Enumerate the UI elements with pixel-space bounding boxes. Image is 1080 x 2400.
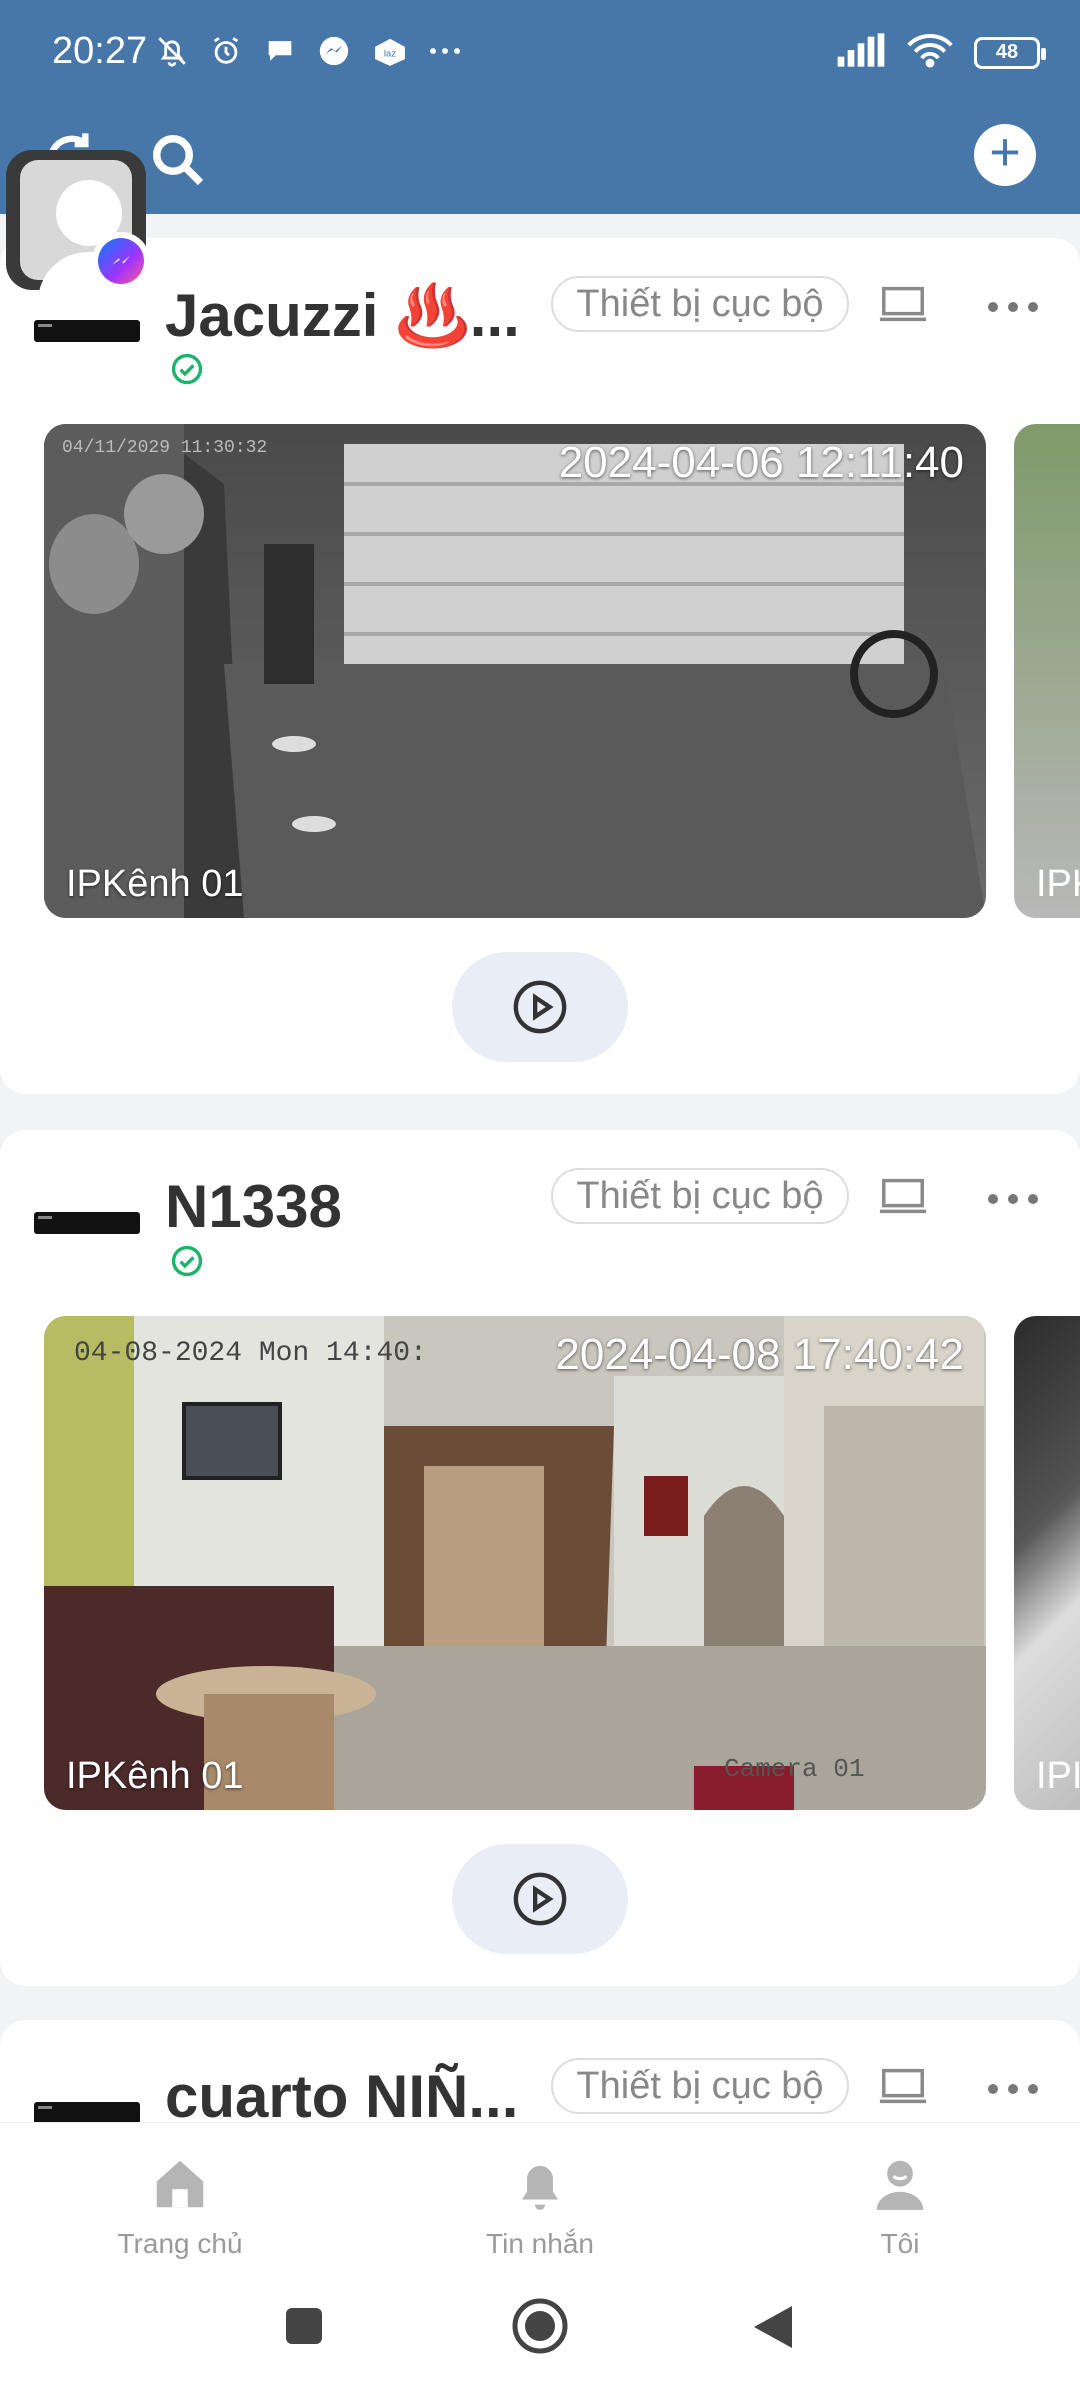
- device-name: Jacuzzi ♨️...: [165, 282, 520, 349]
- camera-label: Camera 01: [724, 1754, 864, 1784]
- local-device-tag: Thiết bị cục bộ: [551, 1168, 849, 1224]
- nav-me[interactable]: Tôi: [800, 2153, 1000, 2260]
- wifi-icon: [904, 32, 956, 73]
- lazada-icon: laz: [371, 34, 405, 68]
- camera-snapshot-living-room: 04-08-2024 Mon 14:40: Camera 01: [44, 1316, 986, 1810]
- home-circle-icon[interactable]: [510, 2296, 570, 2356]
- camera-overlay-text: 04/11/2029 11:30:32: [62, 438, 267, 458]
- bottom-navigation: Trang chủ Tin nhắn Tôi: [0, 2122, 1080, 2260]
- device-card-header[interactable]: N1338 Thiết bị cục bộ: [0, 1130, 1080, 1310]
- camera-overlay-text: 04-08-2024 Mon 14:40:: [74, 1338, 427, 1369]
- camera-snapshot-garage: 04/11/2029 11:30:32: [44, 424, 986, 918]
- nav-messages[interactable]: Tin nhắn: [440, 2153, 640, 2260]
- status-bar: 20:27 laz 48: [0, 0, 1080, 108]
- more-options-icon[interactable]: [986, 2082, 1040, 2096]
- bell-icon: [521, 2165, 559, 2210]
- search-button[interactable]: [146, 128, 210, 192]
- channel-label: IPK: [1036, 863, 1080, 905]
- device-name: cuarto NIÑ...: [165, 2063, 515, 2130]
- play-icon: [513, 980, 567, 1034]
- play-button[interactable]: [452, 952, 628, 1062]
- laptop-icon[interactable]: [878, 2066, 928, 2106]
- dvr-device-icon: [34, 320, 140, 342]
- nav-home[interactable]: Trang chủ: [80, 2153, 280, 2260]
- snapshot-timestamp: 2024-04-06 12:11:40: [558, 438, 964, 487]
- status-system-icons: 48: [836, 32, 1046, 73]
- camera-preview-tile[interactable]: IPK: [1014, 424, 1080, 918]
- nav-me-label: Tôi: [880, 2228, 920, 2259]
- snapshot-timestamp: 2024-04-08 17:40:42: [555, 1330, 964, 1379]
- camera-preview-tile[interactable]: 04-08-2024 Mon 14:40: Camera 01 2024-04-…: [44, 1316, 986, 1810]
- online-check-icon: [171, 353, 203, 385]
- chat-bubble-icon: [263, 34, 297, 68]
- local-device-tag: Thiết bị cục bộ: [551, 2058, 849, 2114]
- play-icon: [513, 1872, 567, 1926]
- signal-icon: [836, 33, 886, 72]
- alarm-icon: [209, 34, 243, 68]
- system-navigation-bar: [0, 2260, 1080, 2400]
- status-notification-icons: laz: [155, 34, 460, 68]
- device-card-header[interactable]: Jacuzzi ♨️... Thiết bị cục bộ: [0, 238, 1080, 418]
- dvr-device-icon: [34, 2102, 140, 2124]
- channel-label: IPKênh 01: [66, 863, 244, 905]
- more-options-icon[interactable]: [986, 300, 1040, 314]
- more-options-icon[interactable]: [986, 1192, 1040, 1206]
- home-icon: [156, 2160, 204, 2208]
- app-header-bar: 20:27 laz 48: [0, 0, 1080, 214]
- messenger-badge-icon: [92, 232, 150, 290]
- device-card: N1338 Thiết bị cục bộ 04-08-2024 Mon 14:…: [0, 1130, 1080, 1986]
- app-toolbar: [0, 108, 1080, 214]
- laptop-icon[interactable]: [878, 1176, 928, 1216]
- recent-apps-icon[interactable]: [284, 2306, 324, 2346]
- camera-preview-tile[interactable]: 04/11/2029 11:30:32 2024-04-06 12:11:40 …: [44, 424, 986, 918]
- device-name: N1338: [165, 1173, 342, 1240]
- local-device-tag: Thiết bị cục bộ: [551, 276, 849, 332]
- back-icon[interactable]: [752, 2304, 794, 2350]
- camera-preview-tile[interactable]: IPI: [1014, 1316, 1080, 1810]
- add-device-button[interactable]: +: [974, 124, 1036, 186]
- more-notifications-icon: [425, 34, 460, 68]
- profile-icon: [876, 2160, 924, 2210]
- status-time: 20:27: [52, 30, 148, 72]
- device-card: Jacuzzi ♨️... Thiết bị cục bộ 04/11/2029…: [0, 238, 1080, 1094]
- dvr-device-icon: [34, 1212, 140, 1234]
- online-check-icon: [171, 1245, 203, 1277]
- play-button[interactable]: [452, 1844, 628, 1954]
- svg-text:laz: laz: [384, 48, 396, 59]
- channel-label: IPKênh 01: [66, 1755, 244, 1797]
- nav-messages-label: Tin nhắn: [486, 2228, 594, 2259]
- nav-home-label: Trang chủ: [117, 2228, 243, 2259]
- search-icon: [153, 135, 204, 186]
- device-card-header[interactable]: cuarto NIÑ... Thiết bị cục bộ: [0, 2020, 1080, 2130]
- mute-bell-icon: [155, 34, 189, 68]
- laptop-icon[interactable]: [878, 284, 928, 324]
- battery-indicator: 48: [974, 36, 1046, 69]
- messenger-icon: [317, 34, 351, 68]
- channel-label: IPI: [1036, 1755, 1080, 1797]
